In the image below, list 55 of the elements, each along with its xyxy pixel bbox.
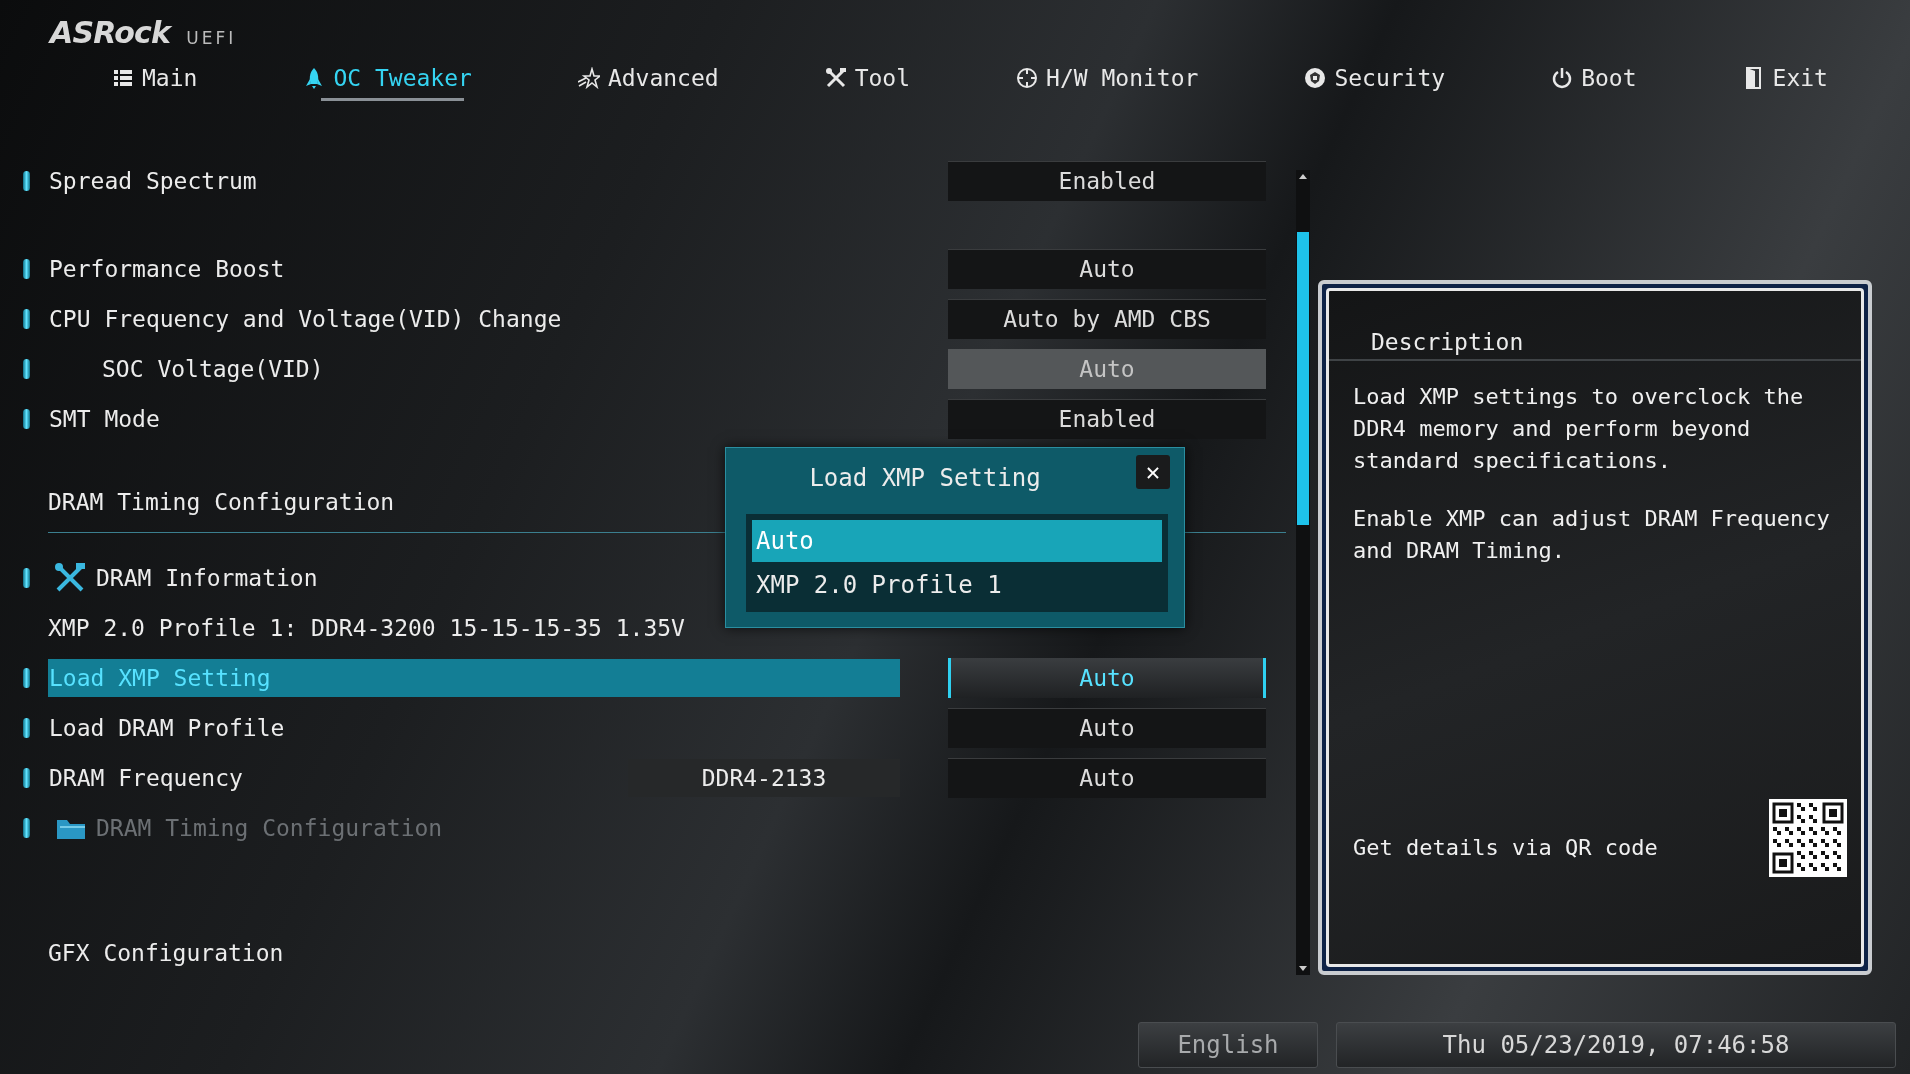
star-icon	[577, 67, 600, 89]
nav-tab[interactable]: Boot	[1539, 55, 1649, 101]
wrench-screwdriver-icon	[824, 67, 847, 89]
item-marker	[23, 359, 30, 379]
setting-label[interactable]: DRAM Frequency	[48, 759, 243, 797]
item-marker	[23, 568, 30, 588]
nav-tab[interactable]: Advanced	[565, 55, 731, 101]
item-marker	[23, 409, 30, 429]
logo-subtitle: UEFI	[186, 26, 237, 50]
list-icon	[112, 67, 134, 89]
setting-label[interactable]: Spread Spectrum	[48, 162, 257, 200]
item-marker	[23, 309, 30, 329]
nav-tab[interactable]: Tool	[812, 55, 923, 101]
dialog-title: Load XMP Setting	[808, 463, 1042, 494]
nav-tab[interactable]: Security	[1292, 55, 1458, 101]
item-marker	[23, 818, 30, 838]
nav-tab[interactable]: H/W Monitor	[1004, 55, 1211, 101]
setting-label[interactable]: Performance Boost	[48, 250, 285, 288]
value-selector[interactable]: Auto	[948, 708, 1266, 748]
language-button[interactable]: English	[1138, 1022, 1318, 1068]
item-marker	[23, 768, 30, 788]
setting-label[interactable]: SMT Mode	[48, 400, 160, 438]
panel-title: Description	[1371, 328, 1524, 357]
setting-label[interactable]: CPU Frequency and Voltage(VID) Change	[48, 300, 562, 338]
shield-icon	[1304, 67, 1327, 89]
dropdown-option[interactable]: XMP 2.0 Profile 1	[752, 564, 1162, 606]
scrollbar[interactable]	[1296, 170, 1310, 975]
power-icon	[1551, 67, 1574, 89]
info-text: XMP 2.0 Profile 1: DDR4-3200 15-15-15-35 1.35V	[48, 613, 685, 643]
value-selector[interactable]: Auto by AMD CBS	[948, 299, 1266, 339]
section-heading: GFX Configuration	[48, 938, 284, 968]
nav-tab[interactable]: OC Tweaker	[291, 55, 484, 101]
close-button[interactable]: ✕	[1136, 455, 1170, 489]
description-text: Enable XMP can adjust DRAM Frequency and DRAM Timing.	[1353, 505, 1831, 565]
item-marker	[23, 668, 30, 688]
description-text: Load XMP settings to overclock the DDR4 memory and perform beyond standard specifications.	[1353, 383, 1805, 475]
logo: ASRock	[50, 14, 171, 52]
wrench-screwdriver-icon	[54, 562, 86, 594]
nav-tab[interactable]: Exit	[1730, 55, 1840, 101]
item-marker	[23, 259, 30, 279]
date-time: Thu 05/23/2019, 07:46:58	[1336, 1022, 1896, 1068]
section-heading: DRAM Timing Configuration	[48, 487, 395, 517]
item-marker	[23, 171, 30, 191]
value-selector[interactable]: Auto	[948, 249, 1266, 289]
nav-tab[interactable]: Main	[100, 55, 210, 101]
value-selector[interactable]: Auto	[948, 658, 1266, 698]
scrollbar-thumb[interactable]	[1297, 232, 1309, 525]
value-selector[interactable]: Enabled	[948, 161, 1266, 201]
value-selector[interactable]: Enabled	[948, 399, 1266, 439]
submenu-link[interactable]: DRAM Information	[96, 560, 318, 596]
item-marker	[23, 718, 30, 738]
value-selector[interactable]: Auto	[948, 758, 1266, 798]
setting-label[interactable]: Load DRAM Profile	[48, 709, 285, 747]
qr-caption: Get details via QR code	[1353, 834, 1658, 862]
gauge-icon	[1016, 67, 1039, 89]
